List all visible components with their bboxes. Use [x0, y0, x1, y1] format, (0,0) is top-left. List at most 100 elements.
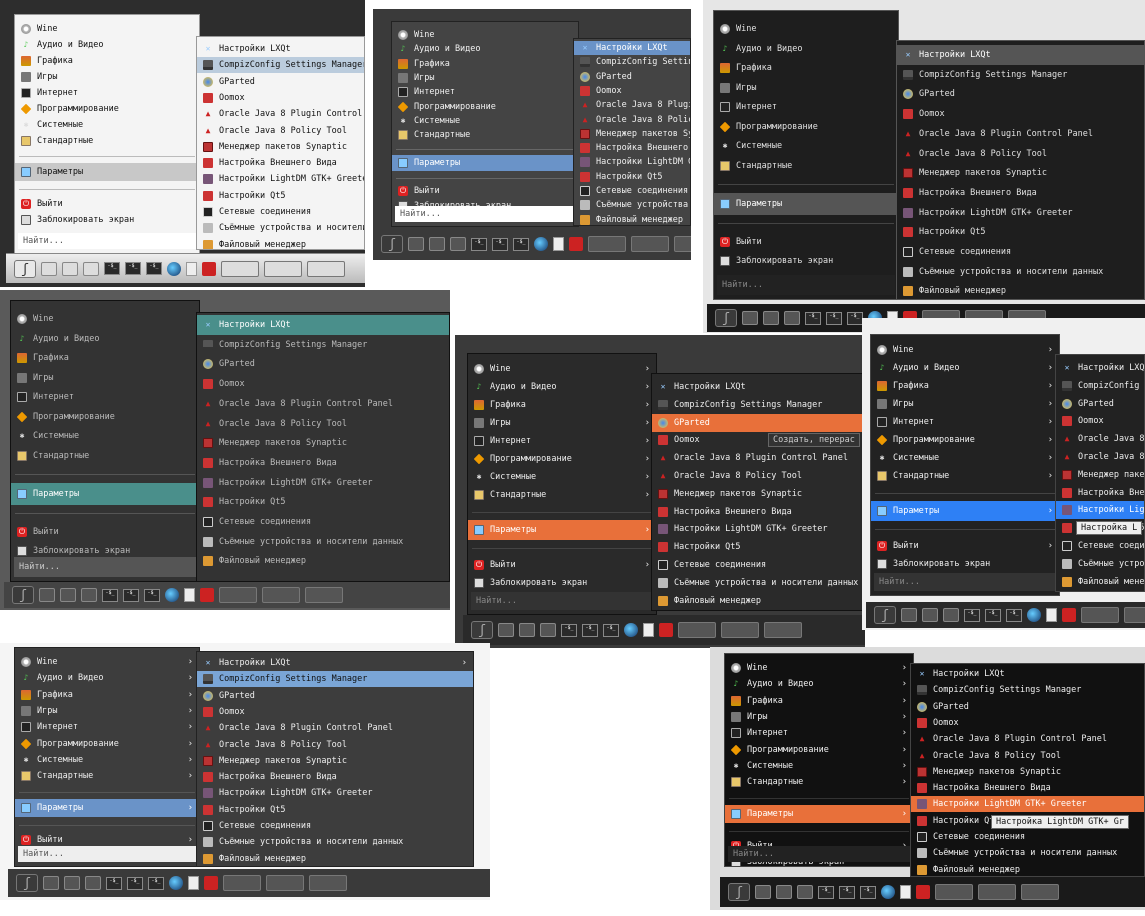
window-button[interactable]: [266, 875, 304, 891]
submenu-item[interactable]: ▲ Oracle Java 8 Policy Tool: [574, 113, 690, 127]
submenu-item[interactable]: ▲ Oracle Java 8 Plugin Control Panel: [197, 720, 473, 736]
browser-icon[interactable]: [1027, 608, 1041, 622]
workspace-button[interactable]: [922, 608, 938, 622]
menu-category-item[interactable]: Графика: [714, 58, 898, 78]
workspace-button[interactable]: [60, 588, 76, 602]
submenu-item[interactable]: Файловый менеджер: [197, 551, 449, 571]
window-button[interactable]: [935, 884, 973, 900]
submenu-item[interactable]: Файловый менеджер: [197, 237, 364, 249]
submenu-item[interactable]: Настройки Qt5: [197, 188, 364, 204]
submenu-item[interactable]: Настройки LightDM GTK+ Greeter: [197, 171, 364, 187]
window-button[interactable]: [1021, 884, 1059, 900]
workspace-button[interactable]: [39, 588, 55, 602]
window-button[interactable]: [264, 260, 302, 277]
terminal-icon[interactable]: -$_: [839, 885, 855, 899]
menu-category-item[interactable]: Программирование ›: [15, 736, 199, 752]
submenu-item[interactable]: ▲ Oracle Java 8 Policy Tool: [897, 144, 1144, 164]
submenu-item[interactable]: Oomox: [197, 704, 473, 720]
submenu-item[interactable]: Настройки LightDM GTK+ Greeter: [897, 203, 1144, 223]
menu-category-item[interactable]: Интернет: [392, 85, 578, 99]
submenu-item[interactable]: Oomox: [197, 374, 449, 394]
window-button[interactable]: [1124, 607, 1145, 623]
menu-item-exit[interactable]: ⏻ Выйти ›: [871, 537, 1059, 555]
app-launcher-icon[interactable]: [659, 623, 673, 637]
menu-category-item[interactable]: Программирование: [714, 117, 898, 137]
menu-category-item[interactable]: Интернет ›: [468, 432, 656, 450]
menu-category-item[interactable]: Стандартные: [714, 156, 898, 176]
menu-category-item[interactable]: ✱ Системные ›: [871, 449, 1059, 467]
menu-category-item[interactable]: Игры ›: [15, 703, 199, 719]
workspace-button[interactable]: [776, 885, 792, 899]
submenu-item[interactable]: Oomox: [197, 90, 364, 106]
menu-category-item[interactable]: ♪ Аудио и Видео: [392, 42, 578, 56]
submenu-item[interactable]: Файловый менеджер: [574, 213, 690, 225]
lxqt-start-icon[interactable]: ʃ: [874, 606, 896, 624]
submenu-item[interactable]: Oomox: [1056, 412, 1144, 430]
menu-category-item[interactable]: Интернет: [714, 97, 898, 117]
submenu-item[interactable]: GParted: [897, 84, 1144, 104]
terminal-icon[interactable]: -$_: [513, 237, 529, 251]
window-button[interactable]: [674, 236, 691, 252]
menu-category-item[interactable]: ● Wine: [714, 19, 898, 39]
text-editor-icon[interactable]: [900, 885, 911, 899]
submenu-item[interactable]: CompizConfig Settings Manager: [652, 396, 864, 414]
menu-category-item[interactable]: Интернет: [15, 85, 199, 101]
browser-icon[interactable]: [881, 885, 895, 899]
menu-category-item[interactable]: Стандартные ›: [871, 467, 1059, 485]
submenu-item[interactable]: ▲ Oracle Java 8 Plugin Control Panel: [652, 449, 864, 467]
submenu-item[interactable]: ▲ Oracle Java 8 Plugin Control Panel: [197, 394, 449, 414]
workspace-button[interactable]: [81, 588, 97, 602]
menu-category-item[interactable]: Графика: [11, 348, 199, 368]
submenu-item[interactable]: Файловый менеджер: [197, 851, 473, 866]
submenu-item[interactable]: ✕ Настройки LXQt: [197, 315, 449, 335]
lxqt-start-icon[interactable]: ʃ: [728, 883, 750, 901]
menu-category-item[interactable]: Игры ›: [725, 709, 913, 725]
menu-item-preferences[interactable]: Параметры: [15, 163, 199, 182]
workspace-button[interactable]: [408, 237, 424, 251]
menu-category-item[interactable]: Стандартные: [11, 446, 199, 466]
workspace-button[interactable]: [85, 876, 101, 890]
submenu-item[interactable]: Сетевые соединения: [197, 818, 473, 834]
menu-category-item[interactable]: Графика: [392, 57, 578, 71]
menu-category-item[interactable]: ♪ Аудио и Видео: [11, 329, 199, 349]
menu-item-lock-screen[interactable]: Заблокировать экран: [871, 555, 1059, 573]
menu-category-item[interactable]: Программирование ›: [871, 431, 1059, 449]
menu-item-preferences[interactable]: Параметры ›: [468, 520, 656, 541]
terminal-icon[interactable]: -$_: [847, 311, 863, 325]
search-input[interactable]: Найти...: [18, 846, 196, 862]
menu-category-item[interactable]: Программирование ›: [725, 742, 913, 758]
submenu-item[interactable]: Настройки LightDM GTK+ Greeter: [1056, 501, 1144, 520]
menu-category-item[interactable]: Игры ›: [871, 395, 1059, 413]
submenu-item[interactable]: CompizConfig Settings Manager: [1056, 377, 1144, 395]
text-editor-icon[interactable]: [1046, 608, 1057, 622]
workspace-button[interactable]: [742, 311, 758, 325]
workspace-button[interactable]: [43, 876, 59, 890]
window-button[interactable]: [262, 587, 300, 603]
submenu-item[interactable]: ✕ Настройки LXQt ›: [197, 655, 473, 671]
menu-category-item[interactable]: Графика ›: [871, 377, 1059, 395]
submenu-item[interactable]: Настройки LightDM GTK+ Greeter: [574, 155, 690, 169]
workspace-button[interactable]: [62, 261, 78, 276]
menu-category-item[interactable]: ✱ Системные ›: [15, 752, 199, 768]
lxqt-start-icon[interactable]: ʃ: [715, 309, 737, 327]
submenu-item[interactable]: Сетевые соединения: [197, 204, 364, 220]
submenu-item[interactable]: ▲ Oracle Java 8 Policy Tool: [652, 467, 864, 485]
submenu-item[interactable]: Менеджер пакетов Synaptic: [197, 139, 364, 155]
submenu-item[interactable]: Настройка Внешнего Вида: [197, 155, 364, 171]
menu-category-item[interactable]: Графика ›: [15, 687, 199, 703]
menu-item-lock-screen[interactable]: Заблокировать экран: [15, 212, 199, 228]
search-input[interactable]: Найти...: [14, 557, 196, 577]
terminal-icon[interactable]: -$_: [492, 237, 508, 251]
submenu-item[interactable]: ✕ Настройки LXQt: [897, 45, 1144, 65]
submenu-item[interactable]: Сетевые соединения: [574, 184, 690, 198]
submenu-item[interactable]: GParted: [652, 413, 864, 432]
menu-category-item[interactable]: ● Wine ›: [15, 654, 199, 670]
workspace-button[interactable]: [64, 876, 80, 890]
submenu-item[interactable]: ▲ Oracle Java 8 Policy Tool: [197, 737, 473, 753]
workspace-button[interactable]: [943, 608, 959, 622]
terminal-icon[interactable]: -$_: [561, 623, 577, 637]
menu-category-item[interactable]: Стандартные ›: [725, 774, 913, 790]
window-button[interactable]: [307, 260, 345, 277]
menu-item-lock-screen[interactable]: Заблокировать экран: [468, 574, 656, 592]
text-editor-icon[interactable]: [643, 623, 654, 637]
